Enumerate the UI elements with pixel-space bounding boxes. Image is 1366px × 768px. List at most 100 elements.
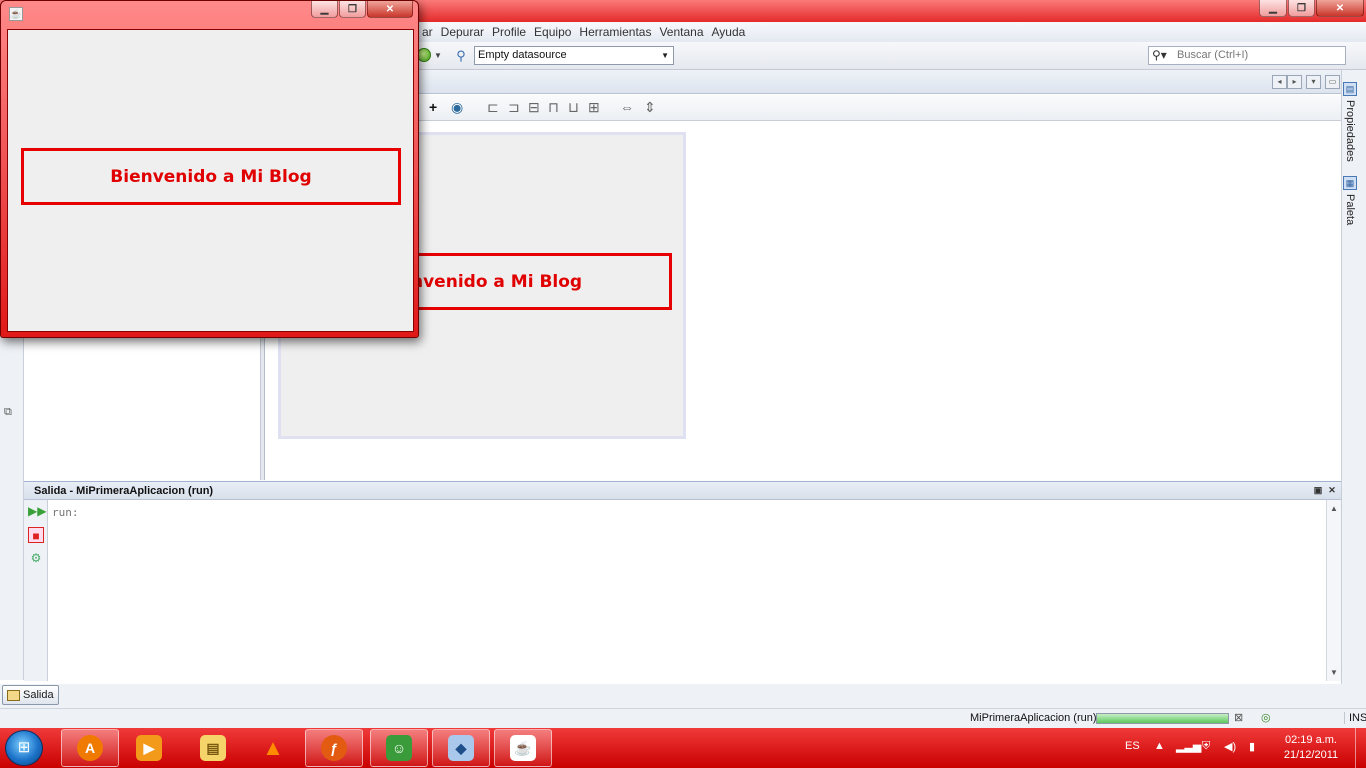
- start-button[interactable]: ⊞: [5, 730, 43, 766]
- taskbar: ⊞ A ▶ ▤ ▲ ƒ ☺ ◆ ☕ ES ▲ ▂▃▅ ⛨ ◀) ▮ 02:19 …: [0, 728, 1366, 768]
- network-signal-icon[interactable]: ▂▃▅: [1176, 740, 1201, 753]
- output-close-icon[interactable]: ✕: [1327, 485, 1337, 495]
- task-progress-fill: [1097, 714, 1228, 723]
- messenger-icon: ☺: [386, 735, 412, 761]
- app-minimize-button[interactable]: ▁: [311, 1, 338, 18]
- scroll-down-icon[interactable]: ▼: [1330, 668, 1338, 677]
- task-progress-bar: [1096, 713, 1229, 724]
- scroll-up-icon[interactable]: ▲: [1330, 504, 1338, 513]
- output-actions: ▶▶ ■ ⚙: [24, 500, 48, 681]
- close-button[interactable]: ✕: [1316, 0, 1364, 17]
- align-center-icon[interactable]: ⊟: [528, 99, 540, 116]
- cancel-task-icon[interactable]: ⊠: [1234, 711, 1243, 724]
- firefox-icon: ƒ: [321, 735, 347, 761]
- minimize-button[interactable]: ▁: [1259, 0, 1287, 17]
- taskbar-avast[interactable]: A: [61, 729, 119, 767]
- app-window[interactable]: ☕ ▁ ❐ ✕ Bienvenido a Mi Blog: [0, 0, 419, 338]
- menu-item-herramientas[interactable]: Herramientas: [575, 25, 655, 39]
- tab-palette[interactable]: ▦ Paleta: [1343, 176, 1357, 225]
- media-player-icon: ▶: [136, 735, 162, 761]
- tab-properties-label: Propiedades: [1344, 100, 1356, 162]
- taskbar-virtualbox[interactable]: ◆: [432, 729, 490, 767]
- tab-output[interactable]: Salida: [2, 685, 59, 705]
- align-top-icon[interactable]: ⊓: [548, 99, 559, 116]
- running-task-label: MiPrimeraAplicacion (run): [970, 712, 1097, 724]
- search-input[interactable]: ⚲▾ Buscar (Ctrl+I): [1148, 46, 1346, 65]
- java-window-icon[interactable]: ☕: [9, 7, 23, 21]
- tray-expand-icon[interactable]: ▲: [1154, 740, 1165, 752]
- vlc-icon: ▲: [262, 735, 284, 760]
- run-dropdown-icon[interactable]: ▼: [434, 51, 442, 60]
- app-maximize-button[interactable]: ❐: [339, 1, 366, 18]
- scroll-tabs-left-icon[interactable]: ◂: [1272, 75, 1287, 89]
- tab-properties[interactable]: ▤ Propiedades: [1343, 82, 1357, 162]
- clock-date: 21/12/2011: [1283, 749, 1339, 761]
- tab-palette-label: Paleta: [1344, 194, 1356, 226]
- insert-mode: INS: [1344, 712, 1366, 724]
- output-console[interactable]: run:: [48, 500, 1326, 681]
- add-icon[interactable]: +: [429, 99, 437, 115]
- tab-list-icon[interactable]: ▾: [1306, 75, 1321, 89]
- app-close-button[interactable]: ✕: [367, 1, 413, 18]
- align-right-icon[interactable]: ⊐: [508, 99, 520, 116]
- avast-icon: A: [77, 735, 103, 761]
- menu-item-equipo[interactable]: Equipo: [530, 25, 575, 39]
- menu-item-profile[interactable]: Profile: [488, 25, 530, 39]
- taskbar-java-app[interactable]: ☕: [494, 729, 552, 767]
- design-welcome-label[interactable]: nvenido a Mi Blog: [396, 253, 672, 310]
- output-text: run:: [52, 506, 79, 519]
- update-icon[interactable]: ◎: [1261, 711, 1271, 724]
- datasource-icon: ⚲: [456, 48, 466, 63]
- system-clock[interactable]: 02:19 a.m. 21/12/2011: [1276, 733, 1346, 763]
- volume-icon[interactable]: ◀): [1224, 740, 1236, 753]
- design-toolbar: + ◉ ⊏ ⊐ ⊟ ⊓ ⊔ ⊞ ⇔ ⇕: [265, 95, 1341, 121]
- editor-tabstrip: ◂ ▸ ▾ ▭: [265, 70, 1341, 94]
- taskbar-file-explorer[interactable]: ▤: [184, 729, 242, 767]
- output-maximize-icon[interactable]: ▣: [1313, 485, 1323, 495]
- welcome-label: Bienvenido a Mi Blog: [21, 148, 401, 205]
- align-bottom-icon[interactable]: ⊔: [568, 99, 579, 116]
- security-shield-icon[interactable]: ⛨: [1202, 740, 1210, 753]
- search-icon: ⚲▾: [1152, 48, 1167, 62]
- app-content: Bienvenido a Mi Blog: [7, 29, 414, 332]
- taskbar-media-player[interactable]: ▶: [120, 729, 178, 767]
- settings-icon[interactable]: ⚙: [28, 550, 44, 566]
- taskbar-messenger[interactable]: ☺: [370, 729, 428, 767]
- bottom-tab-bar: Salida: [0, 684, 1366, 708]
- navigator-icon[interactable]: ⧉: [4, 406, 12, 419]
- maximize-button[interactable]: ❐: [1288, 0, 1315, 17]
- language-indicator[interactable]: ES: [1125, 740, 1140, 752]
- datasource-value: Empty datasource: [478, 49, 567, 61]
- chevron-down-icon: ▼: [661, 51, 669, 60]
- align-left-icon[interactable]: ⊏: [487, 99, 499, 116]
- taskbar-vlc[interactable]: ▲: [244, 729, 302, 767]
- menu-item-ventana[interactable]: Ventana: [655, 25, 707, 39]
- output-scrollbar[interactable]: ▲ ▼: [1326, 500, 1341, 681]
- scroll-tabs-right-icon[interactable]: ▸: [1287, 75, 1302, 89]
- taskbar-firefox[interactable]: ƒ: [305, 729, 363, 767]
- ide-window-controls: ▁ ❐ ✕: [1259, 0, 1364, 17]
- run-project-icon[interactable]: [417, 48, 431, 62]
- tab-output-label: Salida: [23, 689, 54, 701]
- properties-icon: ▤: [1343, 82, 1357, 96]
- resize-vertical-icon[interactable]: ⇕: [644, 99, 656, 116]
- rerun-icon[interactable]: ▶▶: [28, 503, 46, 519]
- output-title: Salida - MiPrimeraAplicacion (run): [34, 485, 214, 497]
- file-explorer-icon: ▤: [200, 735, 226, 761]
- stop-icon[interactable]: ■: [28, 527, 44, 543]
- menu-item-depurar[interactable]: Depurar: [437, 25, 488, 39]
- palette-icon: ▦: [1343, 176, 1357, 190]
- resize-horizontal-icon[interactable]: ⇔: [620, 99, 634, 115]
- output-tab-icon: [7, 689, 20, 701]
- app-window-controls: ▁ ❐ ✕: [311, 1, 413, 18]
- right-side-strip: [1341, 70, 1366, 710]
- datasource-select[interactable]: Empty datasource ▼: [474, 46, 674, 65]
- align-middle-icon[interactable]: ⊞: [588, 99, 600, 116]
- show-desktop-button[interactable]: [1355, 728, 1366, 768]
- maximize-editor-icon[interactable]: ▭: [1325, 75, 1340, 89]
- power-icon[interactable]: ▮: [1249, 740, 1255, 753]
- output-header: Salida - MiPrimeraAplicacion (run) ▣ ✕: [24, 481, 1341, 500]
- preview-design-icon[interactable]: ◉: [451, 99, 463, 116]
- menu-item-ayuda[interactable]: Ayuda: [708, 25, 750, 39]
- menu-item-run[interactable]: ar: [418, 25, 437, 39]
